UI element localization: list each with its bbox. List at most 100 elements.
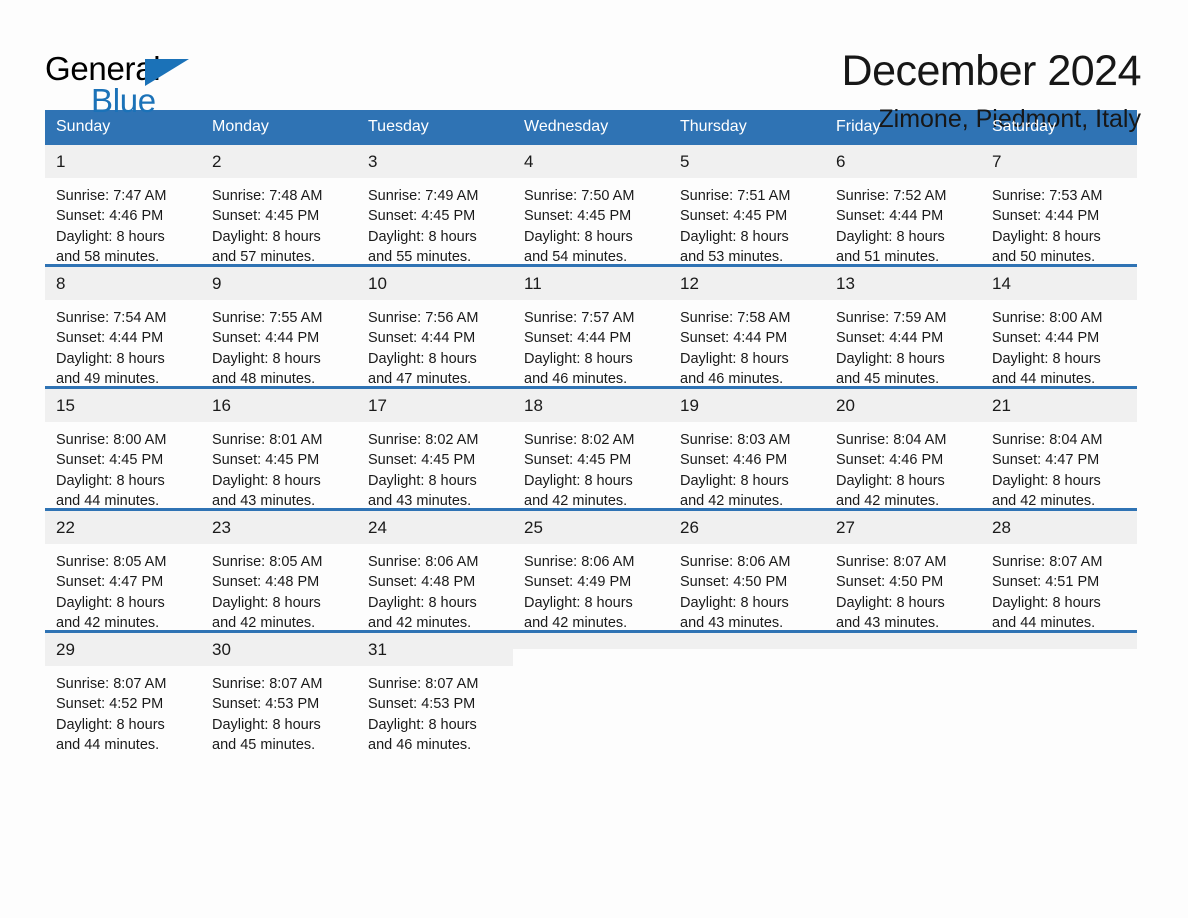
logo-text-general: General bbox=[45, 52, 215, 86]
day-sun-info: Sunrise: 8:05 AM Sunset: 4:48 PM Dayligh… bbox=[212, 554, 323, 631]
day-number bbox=[981, 633, 1137, 649]
day-number: 29 bbox=[45, 633, 201, 666]
day-number: 20 bbox=[825, 389, 981, 422]
calendar-day-cell[interactable]: 28 Sunrise: 8:07 AM Sunset: 4:51 PM Dayli… bbox=[981, 511, 1137, 631]
calendar-day-cell[interactable]: 9 Sunrise: 7:55 AM Sunset: 4:44 PM Daylig… bbox=[201, 267, 357, 387]
day-number: 30 bbox=[201, 633, 357, 666]
day-number: 1 bbox=[45, 145, 201, 178]
day-number: 17 bbox=[357, 389, 513, 422]
calendar-day-cell[interactable]: 29 Sunrise: 8:07 AM Sunset: 4:52 PM Dayli… bbox=[45, 633, 201, 753]
day-sun-info: Sunrise: 7:53 AM Sunset: 4:44 PM Dayligh… bbox=[992, 188, 1103, 265]
day-number: 31 bbox=[357, 633, 513, 666]
day-sun-info bbox=[825, 649, 981, 657]
day-number bbox=[669, 633, 825, 649]
day-number: 21 bbox=[981, 389, 1137, 422]
day-number: 18 bbox=[513, 389, 669, 422]
calendar-day-cell[interactable]: 1 Sunrise: 7:47 AM Sunset: 4:46 PM Daylig… bbox=[45, 145, 201, 265]
day-sun-info: Sunrise: 7:54 AM Sunset: 4:44 PM Dayligh… bbox=[56, 310, 167, 387]
calendar-day-cell[interactable]: 2 Sunrise: 7:48 AM Sunset: 4:45 PM Daylig… bbox=[201, 145, 357, 265]
calendar-cell-empty bbox=[669, 633, 825, 752]
day-number: 16 bbox=[201, 389, 357, 422]
calendar-table: Sunday Monday Tuesday Wednesday Thursday… bbox=[45, 110, 1137, 753]
day-sun-info: Sunrise: 8:05 AM Sunset: 4:47 PM Dayligh… bbox=[56, 554, 167, 631]
day-number: 23 bbox=[201, 511, 357, 544]
day-number: 10 bbox=[357, 267, 513, 300]
day-sun-info: Sunrise: 8:06 AM Sunset: 4:48 PM Dayligh… bbox=[368, 554, 479, 631]
calendar-day-cell[interactable]: 12 Sunrise: 7:58 AM Sunset: 4:44 PM Dayli… bbox=[669, 267, 825, 387]
day-sun-info: Sunrise: 8:07 AM Sunset: 4:51 PM Dayligh… bbox=[992, 554, 1103, 631]
day-sun-info bbox=[669, 649, 825, 657]
calendar-body: 1 Sunrise: 7:47 AM Sunset: 4:46 PM Daylig… bbox=[45, 145, 1137, 753]
calendar-day-cell[interactable]: 11 Sunrise: 7:57 AM Sunset: 4:44 PM Dayli… bbox=[513, 267, 669, 387]
day-sun-info: Sunrise: 7:52 AM Sunset: 4:44 PM Dayligh… bbox=[836, 188, 947, 265]
day-sun-info: Sunrise: 7:50 AM Sunset: 4:45 PM Dayligh… bbox=[524, 188, 635, 265]
general-blue-logo[interactable]: General Blue bbox=[45, 46, 215, 118]
calendar-day-cell[interactable]: 7 Sunrise: 7:53 AM Sunset: 4:44 PM Daylig… bbox=[981, 145, 1137, 265]
day-sun-info: Sunrise: 7:51 AM Sunset: 4:45 PM Dayligh… bbox=[680, 188, 791, 265]
calendar-day-cell[interactable]: 19 Sunrise: 8:03 AM Sunset: 4:46 PM Dayli… bbox=[669, 389, 825, 509]
day-sun-info: Sunrise: 8:02 AM Sunset: 4:45 PM Dayligh… bbox=[524, 432, 635, 509]
calendar-day-cell[interactable]: 14 Sunrise: 8:00 AM Sunset: 4:44 PM Dayli… bbox=[981, 267, 1137, 387]
calendar-cell-empty bbox=[513, 633, 669, 752]
day-number: 2 bbox=[201, 145, 357, 178]
calendar-day-cell[interactable]: 17 Sunrise: 8:02 AM Sunset: 4:45 PM Dayli… bbox=[357, 389, 513, 509]
day-number: 11 bbox=[513, 267, 669, 300]
calendar-day-cell[interactable]: 27 Sunrise: 8:07 AM Sunset: 4:50 PM Dayli… bbox=[825, 511, 981, 631]
day-sun-info: Sunrise: 7:55 AM Sunset: 4:44 PM Dayligh… bbox=[212, 310, 323, 387]
calendar-day-cell[interactable]: 15 Sunrise: 8:00 AM Sunset: 4:45 PM Dayli… bbox=[45, 389, 201, 509]
calendar-day-cell[interactable]: 8 Sunrise: 7:54 AM Sunset: 4:44 PM Daylig… bbox=[45, 267, 201, 387]
weekday-header-monday: Monday bbox=[201, 110, 357, 145]
day-sun-info: Sunrise: 8:07 AM Sunset: 4:53 PM Dayligh… bbox=[212, 676, 323, 753]
day-number: 7 bbox=[981, 145, 1137, 178]
weekday-header-tuesday: Tuesday bbox=[357, 110, 513, 145]
weekday-header-wednesday: Wednesday bbox=[513, 110, 669, 145]
day-sun-info: Sunrise: 7:58 AM Sunset: 4:44 PM Dayligh… bbox=[680, 310, 791, 387]
day-sun-info: Sunrise: 8:04 AM Sunset: 4:47 PM Dayligh… bbox=[992, 432, 1103, 509]
page-title: December 2024 bbox=[841, 47, 1142, 95]
day-sun-info: Sunrise: 7:49 AM Sunset: 4:45 PM Dayligh… bbox=[368, 188, 479, 265]
day-number: 22 bbox=[45, 511, 201, 544]
calendar-day-cell[interactable]: 13 Sunrise: 7:59 AM Sunset: 4:44 PM Dayli… bbox=[825, 267, 981, 387]
calendar-day-cell[interactable]: 4 Sunrise: 7:50 AM Sunset: 4:45 PM Daylig… bbox=[513, 145, 669, 265]
calendar-day-cell[interactable]: 23 Sunrise: 8:05 AM Sunset: 4:48 PM Dayli… bbox=[201, 511, 357, 631]
day-number: 13 bbox=[825, 267, 981, 300]
calendar-cell-empty bbox=[981, 633, 1137, 752]
day-sun-info: Sunrise: 8:03 AM Sunset: 4:46 PM Dayligh… bbox=[680, 432, 791, 509]
calendar-day-cell[interactable]: 25 Sunrise: 8:06 AM Sunset: 4:49 PM Dayli… bbox=[513, 511, 669, 631]
day-sun-info: Sunrise: 8:07 AM Sunset: 4:50 PM Dayligh… bbox=[836, 554, 947, 631]
calendar-day-cell[interactable]: 5 Sunrise: 7:51 AM Sunset: 4:45 PM Daylig… bbox=[669, 145, 825, 265]
calendar-day-cell[interactable]: 6 Sunrise: 7:52 AM Sunset: 4:44 PM Daylig… bbox=[825, 145, 981, 265]
day-number: 5 bbox=[669, 145, 825, 178]
logo-word-blue: Blue bbox=[91, 82, 156, 119]
day-number: 14 bbox=[981, 267, 1137, 300]
day-number: 8 bbox=[45, 267, 201, 300]
calendar-day-cell[interactable]: 26 Sunrise: 8:06 AM Sunset: 4:50 PM Dayli… bbox=[669, 511, 825, 631]
day-number: 24 bbox=[357, 511, 513, 544]
day-sun-info: Sunrise: 7:47 AM Sunset: 4:46 PM Dayligh… bbox=[56, 188, 167, 265]
logo-word-general: General bbox=[45, 50, 161, 87]
calendar-day-cell[interactable]: 16 Sunrise: 8:01 AM Sunset: 4:45 PM Dayli… bbox=[201, 389, 357, 509]
calendar-week-row: 29 Sunrise: 8:07 AM Sunset: 4:52 PM Dayli… bbox=[45, 630, 1137, 753]
day-sun-info: Sunrise: 8:06 AM Sunset: 4:50 PM Dayligh… bbox=[680, 554, 791, 631]
day-number: 12 bbox=[669, 267, 825, 300]
page-header: General Blue December 2024 Zimone, Piedm… bbox=[45, 0, 1143, 133]
calendar-day-cell[interactable]: 22 Sunrise: 8:05 AM Sunset: 4:47 PM Dayli… bbox=[45, 511, 201, 631]
day-sun-info: Sunrise: 8:04 AM Sunset: 4:46 PM Dayligh… bbox=[836, 432, 947, 509]
blue-triangle-icon bbox=[145, 59, 189, 86]
calendar-day-cell[interactable]: 31 Sunrise: 8:07 AM Sunset: 4:53 PM Dayli… bbox=[357, 633, 513, 753]
calendar-day-cell[interactable]: 24 Sunrise: 8:06 AM Sunset: 4:48 PM Dayli… bbox=[357, 511, 513, 631]
calendar-day-cell[interactable]: 30 Sunrise: 8:07 AM Sunset: 4:53 PM Dayli… bbox=[201, 633, 357, 753]
calendar-day-cell[interactable]: 10 Sunrise: 7:56 AM Sunset: 4:44 PM Dayli… bbox=[357, 267, 513, 387]
day-number: 19 bbox=[669, 389, 825, 422]
day-sun-info: Sunrise: 8:00 AM Sunset: 4:44 PM Dayligh… bbox=[992, 310, 1103, 387]
day-sun-info bbox=[981, 649, 1137, 657]
day-number: 15 bbox=[45, 389, 201, 422]
calendar-day-cell[interactable]: 3 Sunrise: 7:49 AM Sunset: 4:45 PM Daylig… bbox=[357, 145, 513, 265]
calendar-day-cell[interactable]: 20 Sunrise: 8:04 AM Sunset: 4:46 PM Dayli… bbox=[825, 389, 981, 509]
calendar-day-cell[interactable]: 21 Sunrise: 8:04 AM Sunset: 4:47 PM Dayli… bbox=[981, 389, 1137, 509]
day-number: 27 bbox=[825, 511, 981, 544]
day-number: 6 bbox=[825, 145, 981, 178]
day-sun-info: Sunrise: 8:07 AM Sunset: 4:53 PM Dayligh… bbox=[368, 676, 479, 753]
day-number bbox=[513, 633, 669, 649]
calendar-day-cell[interactable]: 18 Sunrise: 8:02 AM Sunset: 4:45 PM Dayli… bbox=[513, 389, 669, 509]
